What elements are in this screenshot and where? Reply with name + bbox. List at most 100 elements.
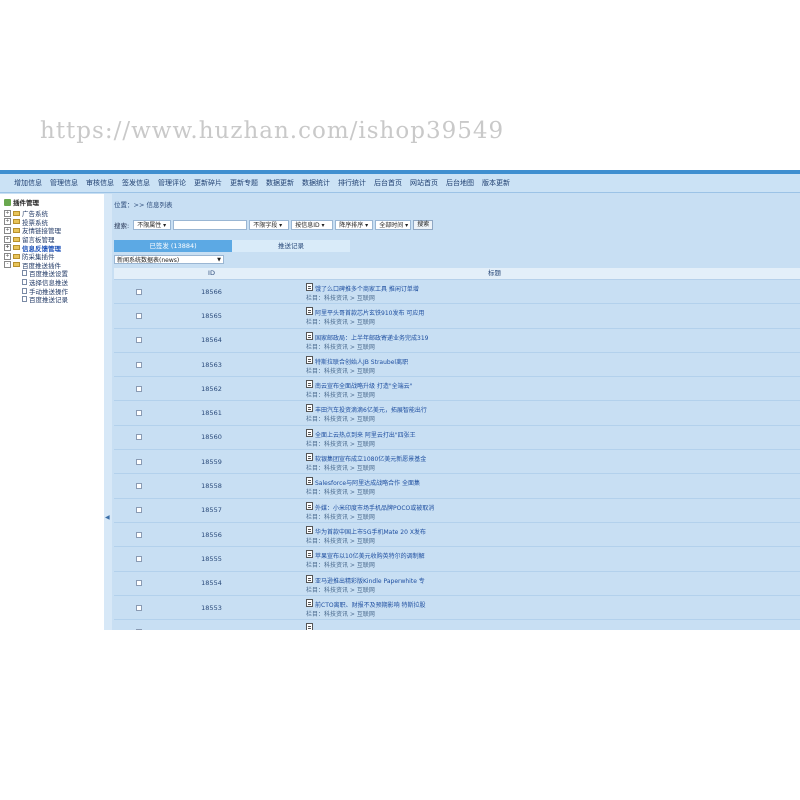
field-select-value: 不限字段 [253, 221, 278, 229]
menu-item[interactable]: 审核信息 [86, 178, 114, 188]
row-checkbox[interactable] [136, 458, 142, 465]
expand-toggle-icon[interactable]: + [4, 244, 11, 252]
order-field-select[interactable]: 按信息ID ▾ [291, 219, 334, 230]
row-checkbox[interactable] [136, 483, 142, 490]
row-checkbox[interactable] [136, 507, 142, 514]
time-select[interactable]: 全部时间 ▾ [375, 219, 412, 230]
row-checkbox[interactable] [136, 361, 142, 368]
row-checkbox[interactable] [136, 312, 142, 319]
expand-toggle-icon[interactable]: + [4, 209, 11, 217]
row-checkbox[interactable] [136, 288, 142, 295]
row-title-link[interactable]: 特斯拉联合创始人JB Straubel离职 [315, 357, 408, 366]
menu-item[interactable]: 管理信息 [50, 178, 78, 188]
menu-item[interactable]: 管理评论 [158, 178, 186, 188]
row-checkbox[interactable] [136, 434, 142, 441]
expand-toggle-icon[interactable]: + [4, 218, 11, 226]
menu-item[interactable]: 网站首页 [410, 178, 438, 188]
row-title-cell: 全面上云热点到来 阿里云打出"四张王 栏目：科技资讯 > 互联网 [259, 426, 800, 449]
table-row: 18555 苹果宣布以10亿美元收购英特尔的调制解 栏目：科技资讯 > 互联网 [114, 547, 800, 572]
search-input[interactable] [173, 219, 248, 230]
row-checkbox-cell [114, 547, 164, 570]
row-id: 18562 [201, 384, 222, 393]
row-checkbox-cell [114, 523, 164, 546]
row-title-link[interactable]: 丰田汽车投资滴滴6亿美元，拓展智能出行 [315, 405, 427, 414]
sidebar-subitem[interactable]: 百度推送记录 [0, 295, 104, 304]
menu-item[interactable]: 更新专题 [230, 178, 258, 188]
row-title-link[interactable]: 苹果宣布以10亿美元收购英特尔的调制解 [315, 551, 425, 560]
tree-root[interactable]: 插件管理 [4, 197, 104, 207]
expand-toggle-icon[interactable]: + [4, 235, 11, 243]
menu-item[interactable]: 增加信息 [14, 178, 42, 188]
row-title-link[interactable]: 国家邮政局：上半年邮政寄递业务完成319 [315, 333, 428, 342]
row-title-cell: 特斯拉联合创始人JB Straubel离职 栏目：科技资讯 > 互联网 [259, 353, 800, 376]
document-icon [306, 623, 313, 630]
table-row: 18564 国家邮政局：上半年邮政寄递业务完成319 栏目：科技资讯 > 互联网 [114, 329, 800, 353]
row-title-link[interactable]: 全面上云热点到来 阿里云打出"四张王 [315, 430, 416, 439]
row-checkbox-cell [114, 474, 164, 497]
attr-select[interactable]: 不限属性 ▾ [133, 219, 172, 230]
menu-item[interactable]: 签发信息 [122, 178, 150, 188]
menu-item[interactable]: 数据统计 [302, 178, 330, 188]
row-title-cell [259, 620, 800, 630]
row-title-cell: 亚马逊推出精彩版Kindle Paperwhite 专栏目：科技资讯 > 互联网 [259, 572, 800, 595]
header-checkbox-col [114, 268, 164, 279]
row-title-link[interactable]: 华为首款中国上市5G手机Mate 20 X发布 [315, 527, 426, 536]
row-title-link[interactable]: Salesforce与阿里达成战略合作 全面集 [315, 478, 420, 487]
row-title-link[interactable]: 前CTO离职、财报不及预期影响 特斯拉股 [315, 600, 426, 609]
sidebar-splitter[interactable]: ◀ [104, 194, 112, 630]
row-checkbox-cell [114, 377, 164, 400]
row-title-link[interactable]: 阿里平头哥首款芯片玄铁910发布 可应用 [315, 308, 424, 317]
row-checkbox-cell [114, 499, 164, 522]
field-select[interactable]: 不限字段 ▾ [249, 219, 290, 230]
time-select-value: 全部时间 [379, 221, 404, 229]
table-row: 18562 南云宣布全面战略升级 打造"全端云" 栏目：科技资讯 > 互联网 [114, 377, 800, 402]
menu-item[interactable]: 排行统计 [338, 178, 366, 188]
menu-item[interactable]: 更新碎片 [194, 178, 222, 188]
row-checkbox-cell [114, 572, 164, 595]
menu-item[interactable]: 后台首页 [374, 178, 402, 188]
menu-item[interactable]: 数据更新 [266, 178, 294, 188]
row-checkbox[interactable] [136, 337, 142, 344]
model-select[interactable]: 新闻系统数据表(news) ▼ [114, 255, 224, 264]
row-category: 栏目：科技资讯 > 互联网 [306, 416, 375, 424]
row-checkbox[interactable] [136, 385, 142, 392]
menu-item[interactable]: 版本更新 [482, 178, 510, 188]
row-title-cell: 前CTO离职、财报不及预期影响 特斯拉股 栏目：科技资讯 > 互联网 [259, 596, 800, 619]
tab-published[interactable]: 已签发 (13884) [114, 240, 232, 252]
row-title-link[interactable]: 软银集团宣布成立1080亿美元新愿景基金 [315, 454, 426, 463]
tab-push-log[interactable]: 推送记录 [232, 240, 350, 252]
table-row: 18556 华为首款中国上市5G手机Mate 20 X发布 栏目：科技资讯 > 互联… [114, 523, 800, 548]
row-category: 栏目：科技资讯 > 互联网 [306, 465, 375, 473]
row-id: 18555 [201, 554, 222, 563]
row-id: 18563 [201, 360, 222, 369]
watermark: https://www.huzhan.com/ishop39549 [40, 118, 505, 144]
row-checkbox[interactable] [136, 410, 142, 417]
row-checkbox[interactable] [136, 531, 142, 538]
sidebar-item[interactable]: + 广告系统 [0, 209, 104, 218]
row-title-link[interactable]: 南云宣布全面战略升级 打造"全端云" [315, 381, 412, 390]
row-title-link[interactable]: 外媒：小米印度市场手机品牌POCO或被取消 [315, 503, 434, 512]
collapse-arrow-icon[interactable]: ◀ [105, 514, 110, 521]
row-checkbox[interactable] [136, 604, 142, 611]
order-dir-select[interactable]: 降序排序 ▾ [335, 219, 374, 230]
document-icon [306, 550, 313, 559]
row-checkbox[interactable] [136, 628, 142, 630]
row-checkbox-cell [114, 450, 164, 473]
menu-item[interactable]: 后台地图 [446, 178, 474, 188]
document-icon [306, 331, 313, 340]
expand-toggle-icon[interactable]: + [4, 252, 11, 260]
row-checkbox-cell [114, 426, 164, 449]
document-icon [306, 525, 313, 534]
row-title-cell: 饿了么口碑推多个商家工具 推闲订单增 栏目：科技资讯 > 互联网 [259, 280, 800, 303]
row-checkbox[interactable] [136, 555, 142, 562]
search-button[interactable]: 搜索 [413, 219, 434, 230]
expand-toggle-icon[interactable]: - [4, 261, 11, 269]
folder-icon [13, 236, 20, 242]
folder-icon [13, 245, 20, 251]
row-checkbox-cell [114, 596, 164, 619]
expand-toggle-icon[interactable]: + [4, 226, 11, 234]
header-id: ID [208, 269, 215, 277]
row-title-link[interactable]: 亚马逊推出精彩版Kindle Paperwhite 专 [315, 576, 425, 585]
row-title-link[interactable]: 饿了么口碑推多个商家工具 推闲订单增 [315, 284, 419, 293]
row-checkbox[interactable] [136, 580, 142, 587]
